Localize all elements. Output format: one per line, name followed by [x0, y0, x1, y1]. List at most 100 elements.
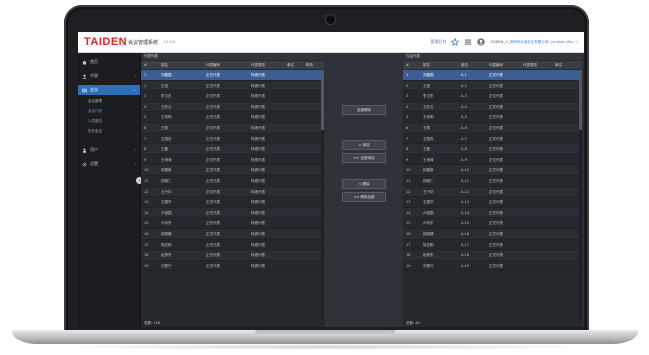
sidebar-item-label: 设置 — [90, 161, 98, 166]
column-header[interactable]: 座位 — [461, 63, 468, 68]
sidebar-sub-seating[interactable]: 人员座位 — [88, 119, 102, 124]
add-all-button[interactable]: >> 全部添加 — [342, 153, 386, 163]
column-header[interactable]: # — [406, 63, 409, 67]
table-cell-n: 12 — [144, 189, 149, 194]
table-cell-type: 特邀代表 — [251, 104, 265, 109]
table-row[interactable]: 7 王国庆 正式代表 特邀代表 — [141, 134, 324, 145]
table-row[interactable]: 2 王强 A-2 正式代表 — [403, 80, 582, 92]
table-row[interactable]: 13 王建华 A-13 正式代表 — [403, 197, 582, 208]
table-header: # 姓名 座位 代表编号 代表类型 单位 — [403, 61, 582, 69]
add-button[interactable]: > 添加 — [342, 140, 386, 150]
table-row[interactable]: 2 王强 正式代表 特邀代表 — [141, 80, 324, 92]
table-row[interactable]: 9 王海涛 A-9 正式代表 — [403, 155, 582, 166]
table-row[interactable]: 17 徐志刚 A-17 正式代表 — [403, 240, 582, 251]
table-row[interactable]: 11 钟丽仁 A-11 正式代表 — [403, 176, 582, 187]
table-cell-code: 正式代表 — [489, 104, 503, 109]
avatar[interactable] — [477, 38, 486, 46]
table-row[interactable]: 18 赵勇东 正式代表 特邀代表 — [141, 250, 324, 261]
table-row[interactable]: 3 李卫东 A-3 正式代表 — [403, 91, 582, 102]
app-version: V1.0.0 — [164, 40, 176, 44]
sidebar: 首页 代表 › 会议 ⌄ 会议管理 会议代表 人员座位 历史会议 用户 › 设置… — [78, 53, 141, 327]
column-header[interactable]: 代表类型 — [251, 63, 265, 68]
app-screen: TAIDEN 会议管理系统 V1.0.0 管理后台 TAIDEN_1 (深圳市台… — [78, 32, 584, 327]
table-cell-seat: A-18 — [461, 253, 470, 258]
table-cell-code: 正式代表 — [489, 83, 503, 88]
table-cell-code: 正式代表 — [206, 136, 220, 141]
table-cell-n: 17 — [144, 242, 149, 247]
column-header[interactable]: # — [144, 63, 147, 67]
table-row[interactable]: 16 钟丽娜 A-16 正式代表 — [403, 228, 582, 240]
table-row[interactable]: 16 钟丽娜 正式代表 特邀代表 — [141, 228, 324, 240]
delete-button[interactable]: < 删除 — [342, 179, 386, 189]
column-header[interactable]: 姓名 — [423, 63, 430, 68]
remove-all-button[interactable]: 全部移除 — [342, 105, 386, 115]
laptop-notch — [255, 330, 395, 336]
table-row[interactable]: 12 王兴华 正式代表 特邀代表 — [141, 186, 324, 198]
column-header[interactable]: 单位 — [287, 63, 294, 68]
table-cell-code: 正式代表 — [206, 210, 220, 215]
sidebar-sub-meeting-delegates[interactable]: 会议代表 — [88, 109, 102, 114]
table-row[interactable]: 1 刘建国 A-1 正式代表 — [403, 70, 582, 81]
table-row[interactable]: 8 王磊 正式代表 特邀代表 — [141, 144, 324, 155]
table-cell-name: 赵勇东 — [423, 253, 434, 258]
sidebar-sub-meeting-manage[interactable]: 会议管理 — [88, 99, 102, 104]
table-row[interactable]: 19 刘振兴 正式代表 特邀代表 — [141, 261, 324, 272]
table-cell-seat: A-9 — [461, 157, 467, 162]
chevron-down-icon: ⌄ — [132, 87, 136, 92]
table-cell-n: 19 — [144, 263, 149, 268]
sidebar-item-users[interactable]: 用户 › — [78, 145, 140, 155]
column-header[interactable]: 职务 — [306, 63, 313, 68]
sidebar-item-settings[interactable]: 设置 › — [78, 159, 140, 169]
table-cell-code: 正式代表 — [489, 242, 503, 247]
table-row[interactable]: 10 钟建新 正式代表 特邀代表 — [141, 165, 324, 176]
table-row[interactable]: 15 卢伟东 正式代表 特邀代表 — [141, 218, 324, 229]
table-cell-code: 正式代表 — [206, 221, 220, 226]
table-cell-type: 特邀代表 — [251, 157, 265, 162]
table-row[interactable]: 3 李卫东 正式代表 特邀代表 — [141, 91, 324, 102]
user-info[interactable]: TAIDEN_1 (深圳市台电实业有限公司) (Android Win...) — [490, 40, 578, 45]
table-row[interactable]: 10 钟建新 A-10 正式代表 — [403, 165, 582, 176]
column-header[interactable]: 代表编号 — [206, 63, 220, 68]
table-cell-n: 16 — [144, 231, 149, 236]
sidebar-sub-history[interactable]: 历史会议 — [88, 129, 102, 134]
table-cell-name: 钟丽仁 — [161, 178, 172, 183]
table-row[interactable]: 15 卢伟东 A-15 正式代表 — [403, 218, 582, 229]
table-row[interactable]: 1 刘建国 正式代表 特邀代表 — [141, 70, 324, 81]
table-row[interactable]: 7 王国庆 A-7 正式代表 — [403, 134, 582, 145]
menu-icon[interactable] — [464, 38, 472, 46]
delete-all-button[interactable]: << 删除全部 — [342, 192, 386, 202]
table-cell-name: 卢保国 — [423, 210, 434, 215]
column-header[interactable]: 代表编号 — [489, 63, 503, 68]
table-row[interactable]: 4 王彩云 A-4 正式代表 — [403, 101, 582, 113]
column-header[interactable]: 姓名 — [161, 63, 168, 68]
sidebar-item-home[interactable]: 首页 — [78, 57, 140, 67]
column-header[interactable]: 单位 — [555, 63, 562, 68]
sidebar-item-delegates[interactable]: 代表 › — [78, 71, 140, 81]
table-row[interactable]: 13 王建华 正式代表 特邀代表 — [141, 197, 324, 208]
table-row[interactable]: 8 王磊 A-8 正式代表 — [403, 144, 582, 155]
table-row[interactable]: 11 钟丽仁 正式代表 特邀代表 — [141, 176, 324, 187]
scrollbar-thumb[interactable] — [579, 70, 582, 130]
table-row[interactable]: 12 王兴华 A-12 正式代表 — [403, 186, 582, 198]
table-row[interactable]: 18 赵勇东 A-18 正式代表 — [403, 250, 582, 261]
table-row[interactable]: 6 王燕 A-6 正式代表 — [403, 122, 582, 134]
table-row[interactable]: 14 卢保国 A-14 正式代表 — [403, 207, 582, 219]
table-cell-n: 3 — [406, 94, 409, 99]
scrollbar-thumb[interactable] — [321, 70, 324, 130]
person-icon — [83, 148, 86, 153]
table-row[interactable]: 17 徐志刚 正式代表 特邀代表 — [141, 240, 324, 251]
star-icon[interactable] — [451, 38, 460, 46]
table-row[interactable]: 5 王伟明 正式代表 特邀代表 — [141, 112, 324, 123]
table-cell-type: 特邀代表 — [251, 136, 265, 141]
table-row[interactable]: 4 王彩云 正式代表 特邀代表 — [141, 101, 324, 113]
table-cell-n: 8 — [144, 147, 147, 152]
sidebar-item-meeting[interactable]: 会议 ⌄ — [78, 85, 140, 95]
table-row[interactable]: 19 刘振兴 A-19 正式代表 — [403, 261, 582, 272]
table-row[interactable]: 5 王伟明 A-5 正式代表 — [403, 112, 582, 123]
table-row[interactable]: 14 卢保国 正式代表 特邀代表 — [141, 207, 324, 219]
table-row[interactable]: 9 王海涛 正式代表 特邀代表 — [141, 155, 324, 166]
table-row[interactable]: 6 王燕 正式代表 特邀代表 — [141, 122, 324, 134]
admin-link[interactable]: 管理后台 — [430, 39, 446, 45]
table-cell-n: 4 — [144, 104, 147, 109]
column-header[interactable]: 代表类型 — [523, 63, 537, 68]
